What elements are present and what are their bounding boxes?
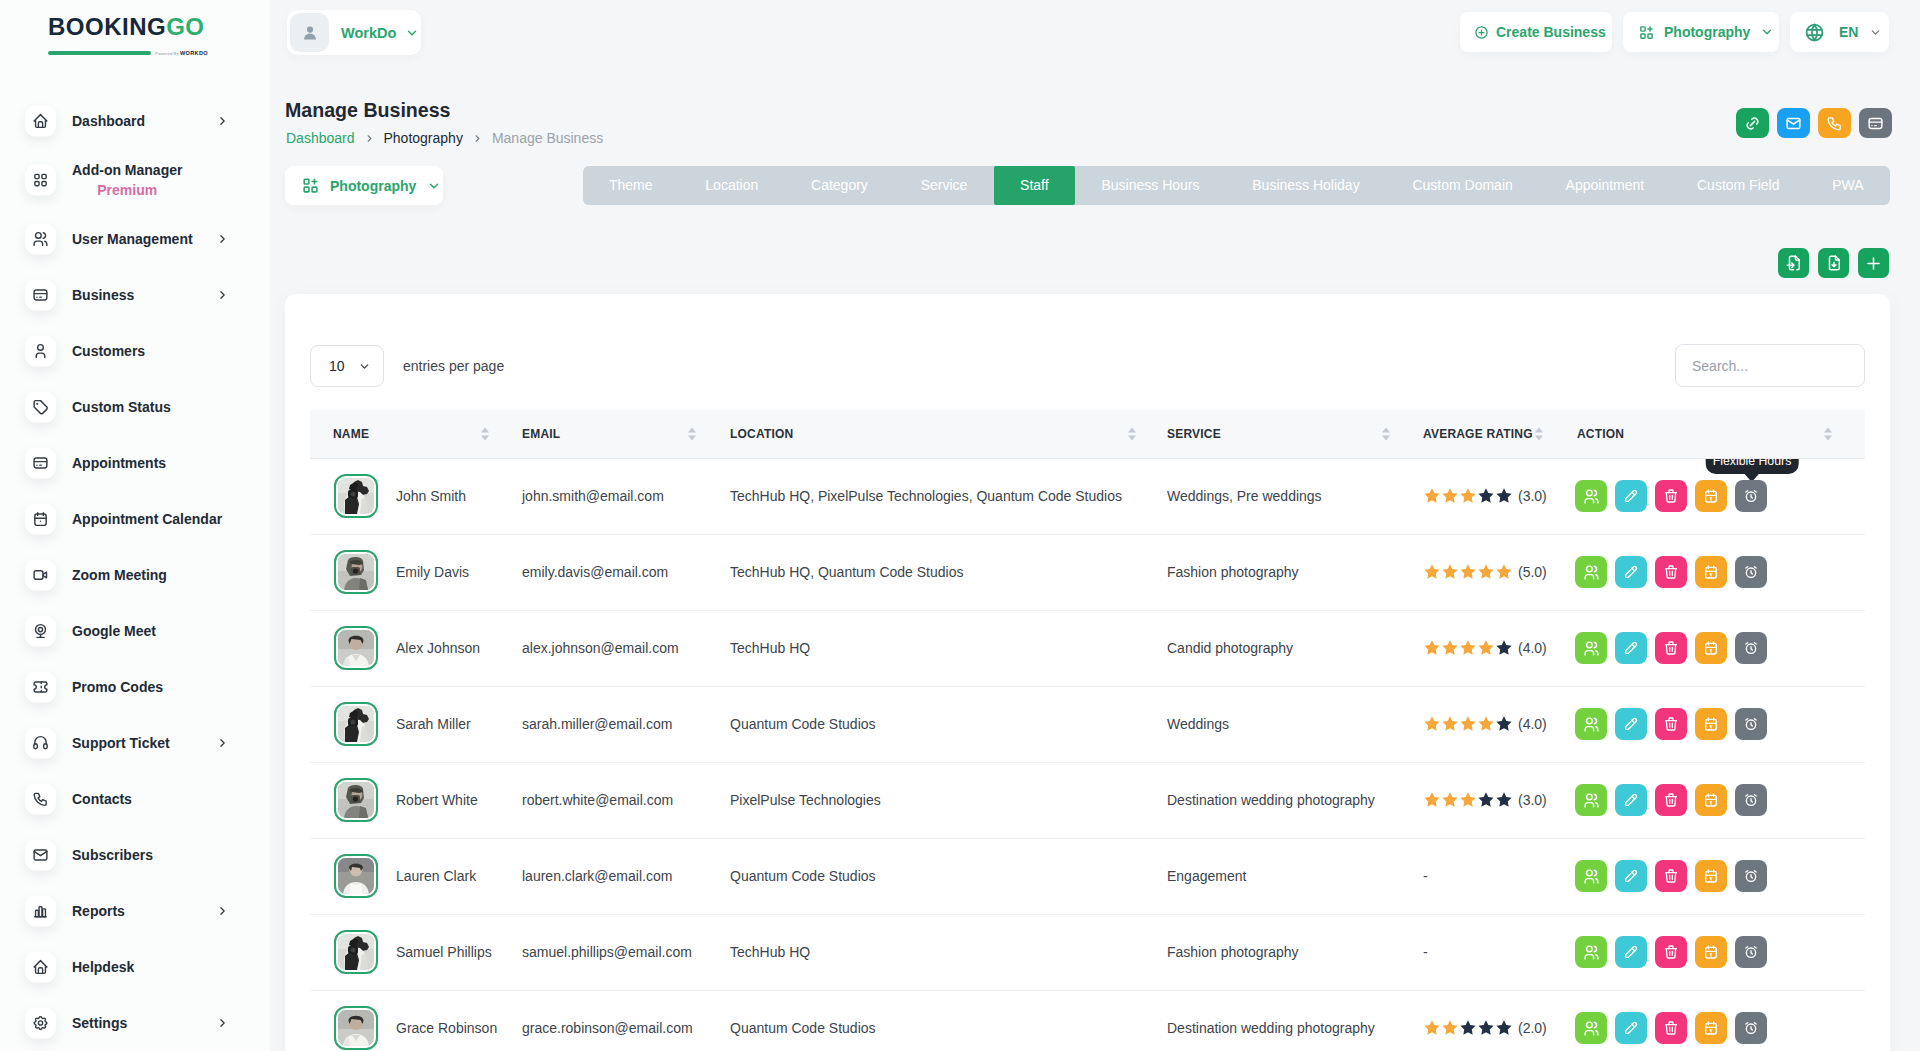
manage-users[interactable]	[1575, 708, 1607, 740]
copy-link[interactable]	[1736, 108, 1769, 138]
delete[interactable]	[1655, 784, 1687, 816]
staff-row: Emily Davis emily.davis@email.com TechHu…	[310, 534, 1865, 610]
business-select[interactable]: Photography	[285, 166, 443, 205]
business-switcher[interactable]: Photography	[1623, 12, 1779, 52]
breadcrumbs: Dashboard Photography Manage Business	[286, 130, 603, 146]
edit[interactable]	[1615, 556, 1647, 588]
nav-appointments[interactable]: Appointments	[0, 435, 270, 491]
calendar[interactable]	[1695, 480, 1727, 512]
page-title: Manage Business	[285, 97, 451, 124]
call[interactable]	[1818, 108, 1851, 138]
staff-row: Sarah Miller sarah.miller@email.com Quan…	[310, 686, 1865, 762]
calendar[interactable]	[1695, 1012, 1727, 1044]
nav-subscribers[interactable]: Subscribers	[0, 827, 270, 883]
business-tabs: Theme Location Category Service Staff Bu…	[583, 166, 1890, 205]
nav-addon[interactable]: Add-on ManagerPremium	[0, 149, 270, 211]
nav-user-management[interactable]: User Management	[0, 211, 270, 267]
manage-users[interactable]	[1575, 480, 1607, 512]
nav-settings[interactable]: Settings	[0, 995, 270, 1051]
create-business[interactable]: Create Business	[1460, 12, 1612, 52]
edit[interactable]	[1615, 480, 1647, 512]
flexible-hours[interactable]	[1735, 556, 1767, 588]
manage-users[interactable]	[1575, 784, 1607, 816]
flexible-hours[interactable]	[1735, 936, 1767, 968]
staff-table-card: 10 entries per page Search... Flexible H…	[285, 294, 1890, 1051]
staff-row: Samuel Phillips samuel.phillips@email.co…	[310, 914, 1865, 990]
manage-users[interactable]	[1575, 1012, 1607, 1044]
table-actions	[1778, 248, 1889, 278]
nav-appointment-calendar[interactable]: Appointment Calendar	[0, 491, 270, 547]
calendar[interactable]	[1695, 784, 1727, 816]
export-2[interactable]	[1818, 248, 1849, 278]
mail[interactable]	[1777, 108, 1810, 138]
delete[interactable]	[1655, 1012, 1687, 1044]
nav-zoom[interactable]: Zoom Meeting	[0, 547, 270, 603]
nav-customers[interactable]: Customers	[0, 323, 270, 379]
quick-actions	[1736, 108, 1892, 138]
edit[interactable]	[1615, 1012, 1647, 1044]
nav-custom-status[interactable]: Custom Status	[0, 379, 270, 435]
logo: BOOKINGGO Powered By WORKDO	[48, 13, 258, 57]
nav-reports[interactable]: Reports	[0, 883, 270, 939]
nav-helpdesk[interactable]: Helpdesk	[0, 939, 270, 995]
language-switcher[interactable]: EN	[1790, 12, 1889, 52]
nav-dashboard[interactable]: Dashboard	[0, 93, 270, 149]
manage-users[interactable]	[1575, 860, 1607, 892]
edit[interactable]	[1615, 936, 1647, 968]
edit[interactable]	[1615, 632, 1647, 664]
edit[interactable]	[1615, 708, 1647, 740]
delete[interactable]	[1655, 480, 1687, 512]
nav-contacts[interactable]: Contacts	[0, 771, 270, 827]
sidebar-menu: Dashboard Add-on ManagerPremium User Man…	[0, 93, 270, 1051]
sidebar: BOOKINGGO Powered By WORKDO Dashboard Ad…	[0, 0, 270, 1051]
edit[interactable]	[1615, 860, 1647, 892]
delete[interactable]	[1655, 632, 1687, 664]
flexible-hours[interactable]	[1735, 784, 1767, 816]
staff-table: Name Email Location Service Average Rati…	[310, 410, 1865, 1051]
flexible-hours[interactable]	[1735, 480, 1767, 512]
add-staff[interactable]	[1858, 248, 1889, 278]
calendar[interactable]	[1695, 860, 1727, 892]
table-search[interactable]: Search...	[1675, 344, 1865, 387]
staff-row: Grace Robinson grace.robinson@email.com …	[310, 990, 1865, 1051]
manage-users[interactable]	[1575, 556, 1607, 588]
delete[interactable]	[1655, 708, 1687, 740]
payment[interactable]	[1859, 108, 1892, 138]
manage-users[interactable]	[1575, 632, 1607, 664]
nav-promo[interactable]: Promo Codes	[0, 659, 270, 715]
edit[interactable]	[1615, 784, 1647, 816]
nav-business[interactable]: Business	[0, 267, 270, 323]
manage-users[interactable]	[1575, 936, 1607, 968]
calendar[interactable]	[1695, 936, 1727, 968]
flexible-hours[interactable]	[1735, 708, 1767, 740]
export-1[interactable]	[1778, 248, 1809, 278]
flexible-hours[interactable]	[1735, 860, 1767, 892]
staff-row: Lauren Clark lauren.clark@email.com Quan…	[310, 838, 1865, 914]
calendar[interactable]	[1695, 632, 1727, 664]
flexible-hours[interactable]	[1735, 1012, 1767, 1044]
nav-meet[interactable]: Google Meet	[0, 603, 270, 659]
delete[interactable]	[1655, 936, 1687, 968]
delete[interactable]	[1655, 860, 1687, 892]
page-length: 10 entries per page	[310, 345, 504, 387]
nav-support[interactable]: Support Ticket	[0, 715, 270, 771]
calendar[interactable]	[1695, 556, 1727, 588]
workspace-switcher[interactable]: WorkDo	[287, 10, 421, 55]
calendar[interactable]	[1695, 708, 1727, 740]
staff-row: John Smith john.smith@email.com TechHub …	[310, 458, 1865, 534]
flexible-hours[interactable]	[1735, 632, 1767, 664]
delete[interactable]	[1655, 556, 1687, 588]
staff-row: Alex Johnson alex.johnson@email.com Tech…	[310, 610, 1865, 686]
staff-row: Robert White robert.white@email.com Pixe…	[310, 762, 1865, 838]
